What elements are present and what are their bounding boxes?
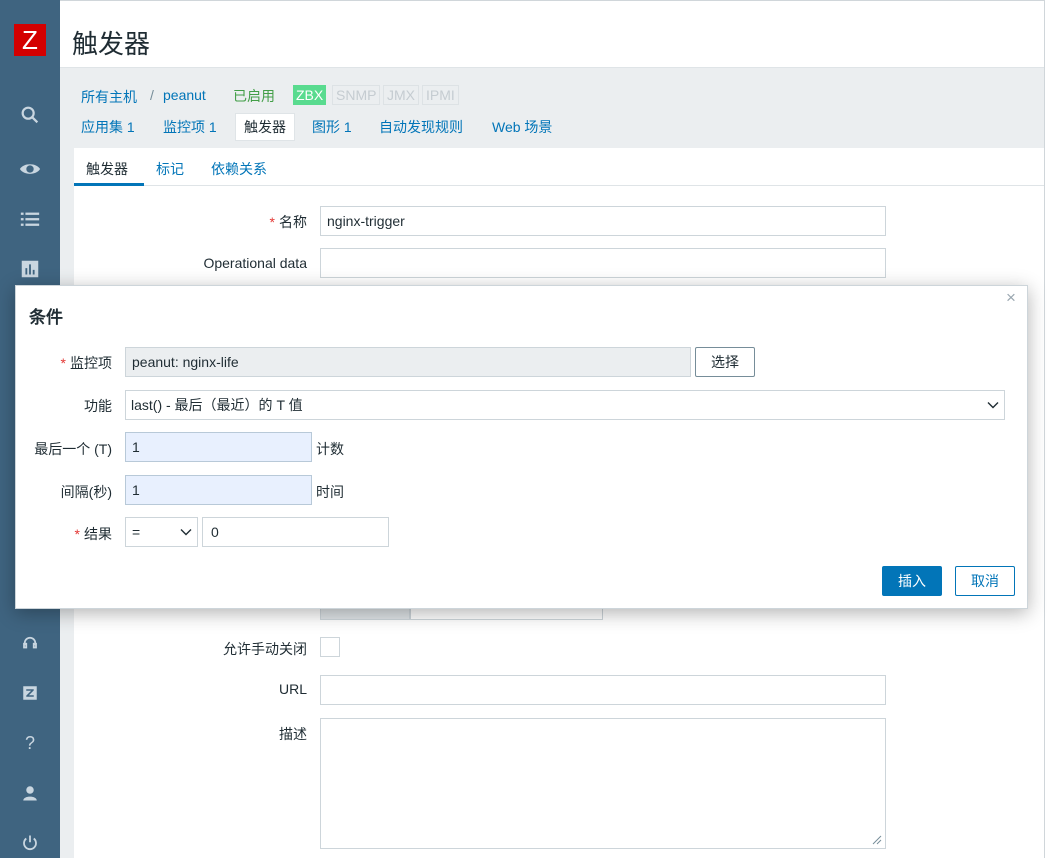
last-count-field[interactable]: 1: [125, 432, 312, 462]
item-label: * 监控项: [60, 355, 112, 371]
list-icon[interactable]: [0, 199, 60, 239]
zbx-badge: ZBX: [293, 85, 327, 105]
url-field[interactable]: [320, 675, 886, 705]
help-icon[interactable]: ?: [0, 723, 60, 763]
name-field[interactable]: nginx-trigger: [320, 206, 886, 236]
headset-icon[interactable]: [0, 623, 60, 663]
chevron-down-icon: [987, 402, 999, 409]
snmp-badge: SNMP: [332, 85, 381, 105]
url-label: URL: [278, 681, 307, 697]
last-count-label: 最后一个 (T): [34, 441, 112, 457]
function-select-value: last() - 最后（最近）的 T 值: [131, 397, 303, 413]
tab-applications[interactable]: 应用集 1: [81, 117, 135, 137]
tab-triggers[interactable]: 触发器: [235, 113, 295, 141]
form-tab-tags[interactable]: 标记: [156, 159, 184, 179]
description-textarea[interactable]: [320, 718, 886, 849]
result-label: * 结果: [74, 526, 112, 542]
tab-discovery-rules[interactable]: 自动发现规则: [379, 117, 463, 137]
condition-dialog: 条件 × * 监控项 peanut: nginx-life 选择 功能 last(…: [15, 285, 1028, 609]
chart-icon[interactable]: [0, 249, 60, 289]
host-navigation: 所有主机 / peanut 已启用 ZBX SNMP JMX IPMI 应用集 …: [60, 68, 1044, 148]
tab-items[interactable]: 监控项 1: [163, 117, 217, 137]
breadcrumb-all-hosts[interactable]: 所有主机: [81, 87, 137, 107]
result-value-field[interactable]: 0: [202, 517, 389, 547]
interval-label: 间隔(秒): [60, 484, 112, 500]
zabbix-logo[interactable]: Z: [14, 24, 46, 56]
form-tabs: 触发器 标记 依赖关系: [74, 148, 1044, 186]
zabbix-icon[interactable]: [0, 673, 60, 713]
opdata-label: Operational data: [203, 255, 307, 271]
resize-handle-icon[interactable]: [872, 835, 882, 845]
function-label: 功能: [84, 398, 112, 414]
interval-field[interactable]: 1: [125, 475, 312, 505]
tab-web-scenarios[interactable]: Web 场景: [492, 117, 552, 137]
eye-icon[interactable]: [0, 149, 60, 189]
ipmi-badge: IPMI: [422, 85, 459, 105]
operator-select-value: =: [132, 524, 141, 540]
last-count-unit: 计数: [316, 441, 344, 457]
description-label: 描述: [279, 726, 307, 742]
power-icon[interactable]: [0, 823, 60, 858]
page-title: 触发器: [72, 29, 151, 59]
top-border: [60, 0, 1047, 10]
search-icon[interactable]: [0, 95, 60, 135]
form-tab-trigger[interactable]: 触发器: [86, 159, 128, 179]
interval-unit: 时间: [316, 484, 344, 500]
active-tab-indicator: [74, 183, 144, 186]
item-field: peanut: nginx-life: [125, 347, 691, 377]
user-icon[interactable]: [0, 773, 60, 813]
opdata-field[interactable]: [320, 248, 886, 278]
manual-close-checkbox[interactable]: [320, 637, 340, 657]
page-header: 触发器: [60, 10, 1047, 68]
jmx-badge: JMX: [383, 85, 419, 105]
breadcrumb-host[interactable]: peanut: [163, 87, 206, 103]
select-item-button[interactable]: 选择: [695, 347, 755, 377]
insert-button[interactable]: 插入: [882, 566, 942, 596]
close-icon[interactable]: ×: [1006, 288, 1016, 308]
chevron-down-icon: [180, 529, 192, 536]
name-label: * 名称: [269, 214, 307, 230]
breadcrumb-separator: /: [150, 87, 154, 103]
tab-graphs[interactable]: 图形 1: [312, 117, 352, 137]
manual-close-label: 允许手动关闭: [223, 641, 307, 657]
function-select[interactable]: last() - 最后（最近）的 T 值: [125, 390, 1005, 420]
host-status-enabled[interactable]: 已启用: [233, 86, 275, 106]
dialog-title: 条件: [29, 308, 63, 327]
form-tab-dependencies[interactable]: 依赖关系: [211, 159, 267, 179]
cancel-button[interactable]: 取消: [955, 566, 1015, 596]
